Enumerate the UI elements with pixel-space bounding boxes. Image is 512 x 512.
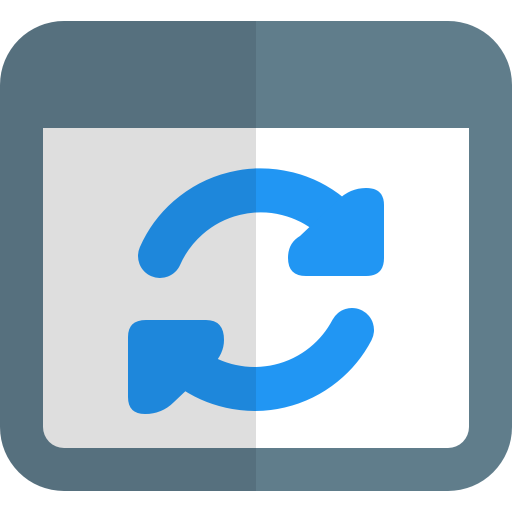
browser-refresh-icon [0, 0, 512, 512]
browser-refresh-icon-graphic [0, 21, 512, 491]
